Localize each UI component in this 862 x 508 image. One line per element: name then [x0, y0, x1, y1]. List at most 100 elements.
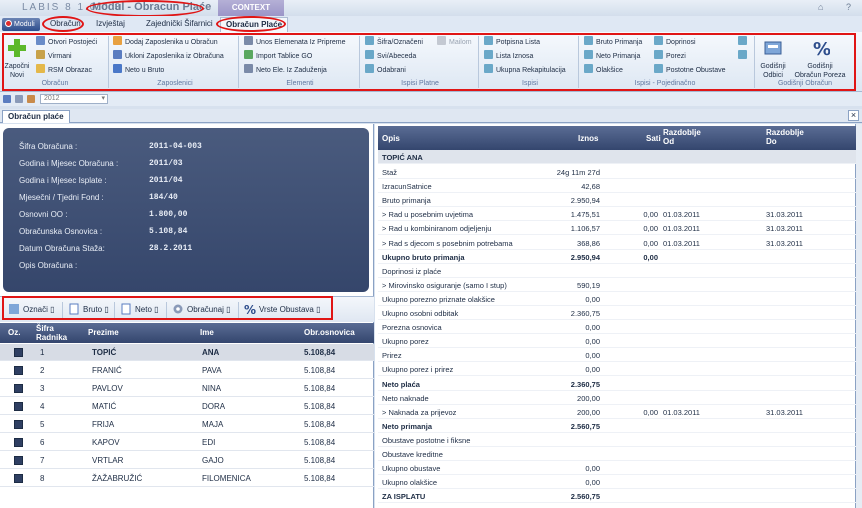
row-checkbox[interactable]: [14, 474, 23, 483]
detail-row[interactable]: Bruto primanja 2.950,94: [378, 193, 856, 208]
col-oz[interactable]: Oz.: [8, 328, 20, 337]
table-row[interactable]: 6 KAPOV EDI 5.108,84: [0, 434, 374, 451]
detail-row[interactable]: ZA ISPLATU 2.560,75: [378, 489, 856, 504]
detail-row[interactable]: Ukupno porez 0,00: [378, 334, 856, 349]
calendar-icon[interactable]: [27, 95, 35, 103]
col-obr-osnovica[interactable]: Obr.osnovica: [304, 328, 355, 337]
lista-iznosa-button[interactable]: Lista Iznosa: [484, 50, 533, 62]
table-row[interactable]: 4 MATIĆ DORA 5.108,84: [0, 398, 374, 415]
godisnji-obracun-poreza-button[interactable]: % Godišnji Obračun Poreza: [792, 38, 848, 80]
extra-print-2-button[interactable]: [738, 50, 750, 62]
table-row[interactable]: 5 FRIJA MAJA 5.108,84: [0, 416, 374, 433]
potpisna-lista-button[interactable]: Potpisna Lista: [484, 36, 540, 48]
detail-row[interactable]: Doprinosi iz plaće: [378, 264, 856, 278]
bruto-button[interactable]: Bruto ▯: [68, 303, 109, 317]
svi-abeceda-button[interactable]: Svi/Abeceda: [365, 50, 416, 62]
tab-obracun[interactable]: Obračun: [50, 19, 81, 28]
tab-izvjestaj[interactable]: Izvještaj: [96, 19, 125, 28]
porezi-button[interactable]: Porezi: [654, 50, 686, 62]
detail-row[interactable]: Ukupno obustave 0,00: [378, 461, 856, 476]
detail-row[interactable]: > Rad u kombiniranom odjeljenju 1.106,57 0…: [378, 221, 856, 236]
neto-primanja-button[interactable]: Neto Primanja: [584, 50, 640, 62]
col-sifra[interactable]: Šifra Radnika: [36, 324, 67, 342]
rsm-obrazac-button[interactable]: RSM Obrazac: [36, 64, 92, 76]
neto-button[interactable]: Neto ▯: [120, 303, 159, 317]
table-row[interactable]: 1 TOPIĆ ANA 5.108,84: [0, 344, 374, 361]
vrste-obustava-button[interactable]: % Vrste Obustava ▯: [244, 303, 320, 317]
vertical-scrollbar[interactable]: [856, 124, 862, 508]
detail-row[interactable]: Neto plaća 2.360,75: [378, 377, 856, 391]
unos-elemenata-button[interactable]: Unos Elemenata Iz Pripreme: [244, 36, 345, 48]
mailom-button[interactable]: Mailom: [437, 36, 472, 48]
neto-ele-zaduzenja-button[interactable]: Neto Ele. Iz Zaduženja: [244, 64, 327, 76]
tab-obracun-place-document[interactable]: Obračun plaće: [2, 110, 70, 123]
obracunaj-button[interactable]: Obračunaj ▯: [172, 303, 231, 317]
col-sati[interactable]: Sati: [646, 134, 661, 143]
row-checkbox[interactable]: [14, 456, 23, 465]
postotne-obustave-button[interactable]: Postotne Obustave: [654, 64, 726, 76]
neto-u-bruto-button[interactable]: Neto u Bruto: [113, 64, 164, 76]
row-checkbox[interactable]: [14, 384, 23, 393]
col-razdoblje-od[interactable]: Razdoblje Od: [663, 128, 701, 146]
row-checkbox[interactable]: [14, 366, 23, 375]
detail-row[interactable]: > Mirovinsko osiguranje (samo I stup) 590…: [378, 278, 856, 292]
import-tablice-go-button[interactable]: Import Tablice GO: [244, 50, 312, 62]
table-row[interactable]: 7 VRTLAR GAJO 5.108,84: [0, 452, 374, 469]
doprinosi-button[interactable]: Doprinosi: [654, 36, 696, 48]
detail-row[interactable]: Ukupno porezno priznate olakšice 0,00: [378, 292, 856, 306]
tab-zajednicki-sifarnici[interactable]: Zajednički Šifarnici: [146, 19, 213, 28]
year-select[interactable]: 2012 ▾: [40, 94, 108, 104]
detail-row[interactable]: Porezna osnovica 0,00: [378, 320, 856, 335]
ukloni-zaposlenika-button[interactable]: Ukloni Zaposlenika iz Obračuna: [113, 50, 224, 62]
user-icon[interactable]: [3, 95, 11, 103]
table-row[interactable]: 3 PAVLOV NINA 5.108,84: [0, 380, 374, 397]
extra-print-1-button[interactable]: [738, 36, 750, 48]
col-iznos[interactable]: Iznos: [578, 134, 598, 143]
cell-iznos: 0,00: [585, 351, 600, 361]
detail-row[interactable]: Staž 24g 11m 27d: [378, 165, 856, 179]
oznaci-button[interactable]: Označi ▯: [8, 303, 55, 317]
godisnji-odbici-button[interactable]: Godišnji Odbici: [758, 38, 788, 80]
col-prezime[interactable]: Prezime: [88, 328, 119, 337]
detail-row[interactable]: > Naknada za prijevoz 200,00 0,00 01.03.201…: [378, 405, 856, 419]
dodaj-zaposlenika-button[interactable]: Dodaj Zaposlenika u Obračun: [113, 36, 218, 48]
zapocni-novi-button[interactable]: Započni Novi: [4, 38, 30, 80]
detail-row[interactable]: Obustave postotne i fiksne: [378, 433, 856, 447]
detail-row[interactable]: > Rad s djecom s posebnim potrebama 368,8…: [378, 236, 856, 250]
detail-row[interactable]: Ukupno olakšice 0,00: [378, 475, 856, 490]
row-checkbox[interactable]: [14, 348, 23, 357]
col-opis[interactable]: Opis: [382, 134, 400, 143]
table-row[interactable]: 8 ŽAŽABRUŽIĆ FILOMENICA 5.108,84: [0, 470, 374, 487]
moduli-button[interactable]: Moduli: [2, 18, 40, 31]
detail-row[interactable]: > Rad u posebnim uvjetima 1.475,51 0,00 01.…: [378, 207, 856, 222]
row-checkbox[interactable]: [14, 420, 23, 429]
tab-obracun-place[interactable]: Obračun Plaće: [220, 17, 289, 32]
detail-row[interactable]: Neto primanja 2.560,75: [378, 419, 856, 433]
right-pane: Opis Iznos Sati Razdoblje Od Razdoblje Do …: [375, 124, 856, 508]
detail-row[interactable]: Ukupno osobni odbitak 2.360,75: [378, 306, 856, 320]
col-ime[interactable]: Ime: [200, 328, 214, 337]
settings-icon[interactable]: [15, 95, 23, 103]
group-row[interactable]: TOPIĆ ANA: [378, 150, 856, 164]
help-icon[interactable]: ?: [846, 2, 851, 12]
detail-row[interactable]: Obustave kreditne: [378, 447, 856, 461]
close-icon[interactable]: ×: [848, 110, 859, 121]
otvori-postojeci-button[interactable]: Otvori Postojeći: [36, 36, 97, 48]
olaksice-button[interactable]: Olakšice: [584, 64, 623, 76]
cell-opis: Ukupno porez: [382, 337, 429, 347]
detail-row[interactable]: Ukupno bruto primanja 2.950,94 0,00: [378, 250, 856, 264]
detail-row[interactable]: Ukupno porez i prirez 0,00: [378, 362, 856, 377]
row-checkbox[interactable]: [14, 438, 23, 447]
minimize-icon[interactable]: ⌂: [818, 2, 823, 12]
detail-row[interactable]: Prirez 0,00: [378, 348, 856, 363]
virmani-button[interactable]: Virmani: [36, 50, 72, 62]
detail-row[interactable]: Neto naknade 200,00: [378, 391, 856, 405]
detail-row[interactable]: IzracunSatnice 42,68: [378, 179, 856, 194]
sifra-oznaceni-button[interactable]: Šifra/Označeni: [365, 36, 423, 48]
ukupna-rekapitulacija-button[interactable]: Ukupna Rekapitulacija: [484, 64, 566, 76]
row-checkbox[interactable]: [14, 402, 23, 411]
col-razdoblje-do[interactable]: Razdoblje Do: [766, 128, 804, 146]
table-row[interactable]: 2 FRANIĆ PAVA 5.108,84: [0, 362, 374, 379]
odabrani-button[interactable]: Odabrani: [365, 64, 406, 76]
bruto-primanja-button[interactable]: Bruto Primanja: [584, 36, 642, 48]
